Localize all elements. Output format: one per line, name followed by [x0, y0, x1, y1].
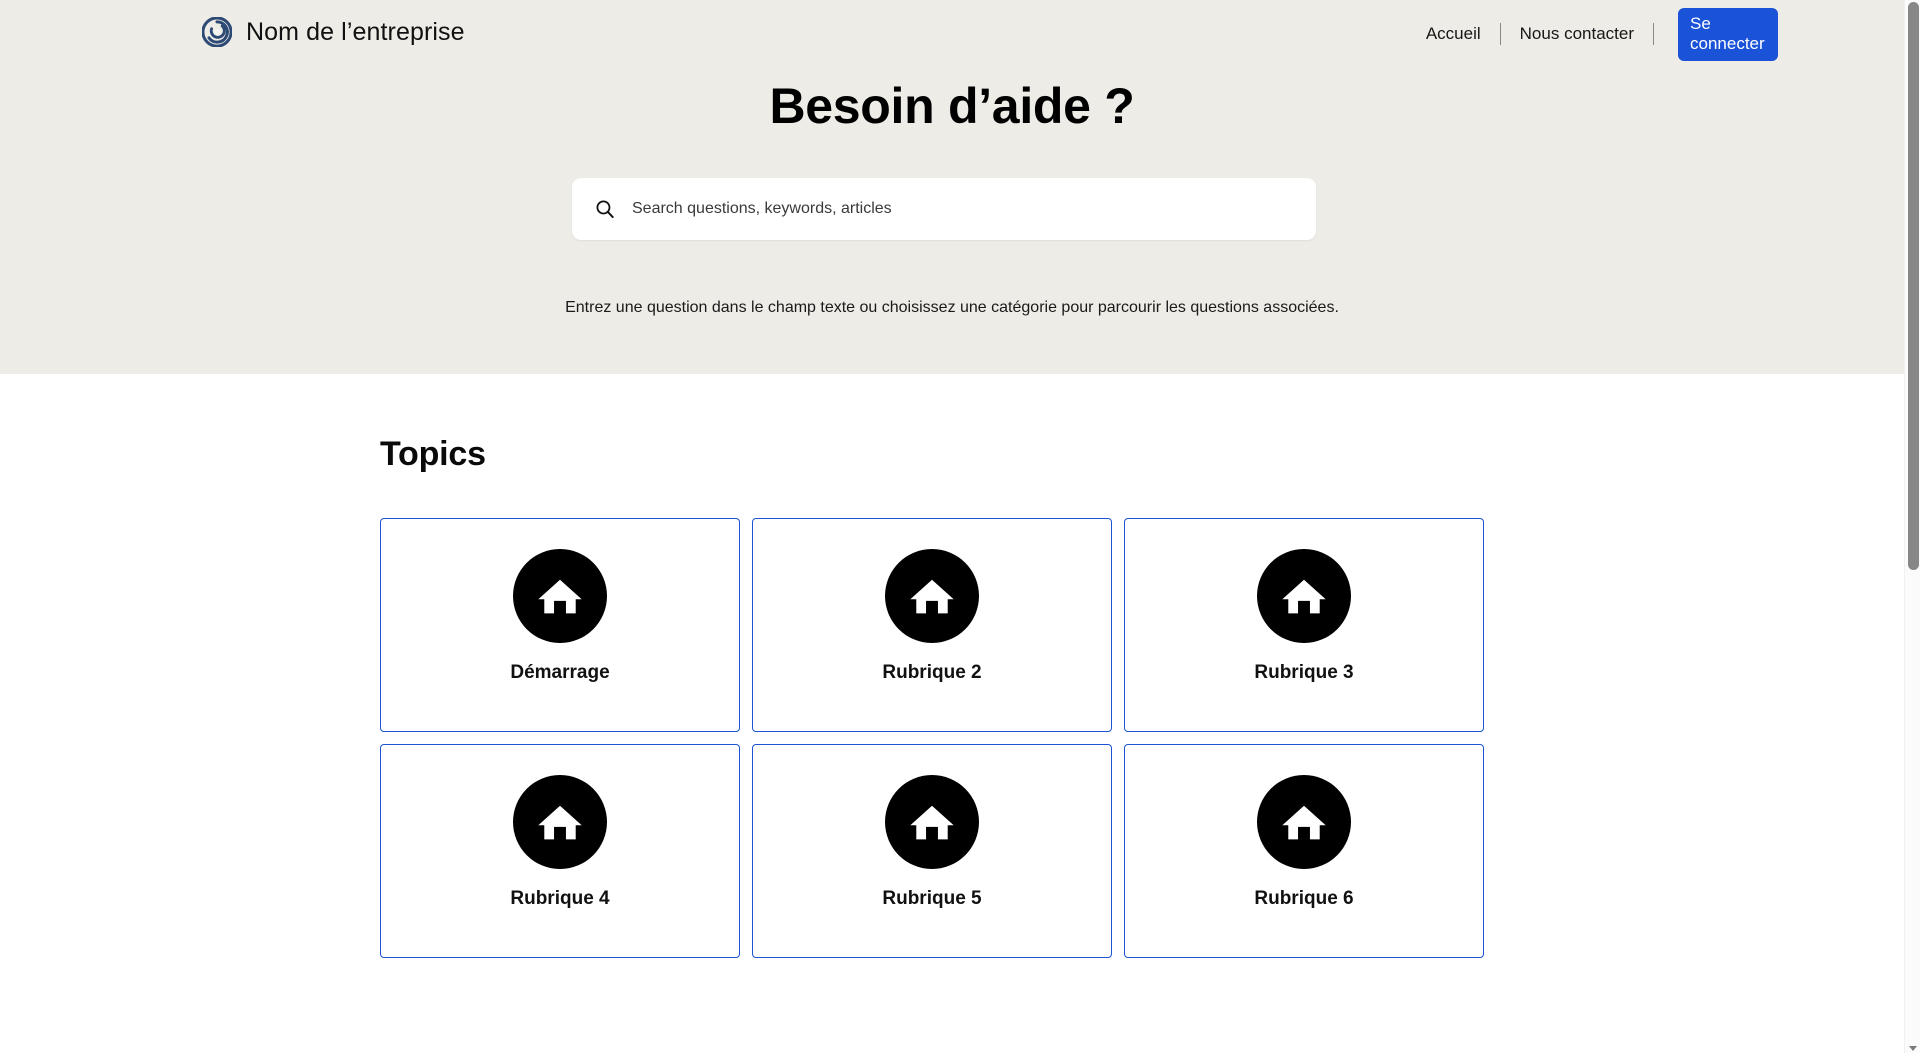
page-root: Nom de l’entreprise Accueil Nous contact…: [0, 0, 1920, 1053]
spiral-logo-icon: [201, 16, 233, 48]
page-viewport: Nom de l’entreprise Accueil Nous contact…: [0, 0, 1904, 1053]
primary-nav: Accueil Nous contacter Se connecter: [1424, 7, 1778, 61]
topic-label: Démarrage: [510, 662, 610, 683]
nav-item-accueil[interactable]: Accueil: [1424, 24, 1483, 44]
search-input[interactable]: [632, 195, 1294, 223]
search-box[interactable]: [572, 178, 1316, 240]
sign-in-button[interactable]: Se connecter: [1678, 7, 1778, 61]
topic-label: Rubrique 5: [882, 888, 982, 909]
topic-card-rubrique-5[interactable]: Rubrique 5: [752, 744, 1112, 958]
page-title: Besoin d’aide ?: [769, 78, 1135, 134]
vertical-scrollbar[interactable]: [1904, 0, 1920, 1053]
home-icon: [885, 775, 979, 869]
nav-divider: [1653, 23, 1654, 45]
topic-label: Rubrique 4: [510, 888, 610, 909]
nav-item-nous-contacter[interactable]: Nous contacter: [1518, 24, 1636, 44]
topic-card-rubrique-2[interactable]: Rubrique 2: [752, 518, 1112, 732]
topic-card-rubrique-4[interactable]: Rubrique 4: [380, 744, 740, 958]
topic-label: Rubrique 6: [1254, 888, 1354, 909]
topics-grid: Démarrage Rubrique 2 Rubrique 3 Rubrique…: [380, 518, 1484, 958]
brand-name: Nom de l’entreprise: [246, 18, 465, 46]
home-icon: [513, 549, 607, 643]
search-icon: [594, 198, 616, 220]
hero-section: Nom de l’entreprise Accueil Nous contact…: [0, 0, 1904, 374]
brand-logo-link[interactable]: Nom de l’entreprise: [201, 16, 465, 48]
chevron-down-icon[interactable]: [1908, 1040, 1918, 1051]
topics-section: Topics Démarrage Rubrique 2 Rubrique 3 R…: [380, 434, 1484, 958]
topic-label: Rubrique 3: [1254, 662, 1354, 683]
topic-card-demarrage[interactable]: Démarrage: [380, 518, 740, 732]
topics-heading: Topics: [380, 435, 486, 473]
home-icon: [513, 775, 607, 869]
hero-subtitle: Entrez une question dans le champ texte …: [565, 299, 1339, 316]
nav-divider: [1499, 23, 1501, 45]
topic-card-rubrique-6[interactable]: Rubrique 6: [1124, 744, 1484, 958]
site-header: Nom de l’entreprise Accueil Nous contact…: [0, 0, 1904, 68]
topic-label: Rubrique 2: [882, 662, 982, 683]
scrollbar-thumb[interactable]: [1908, 2, 1919, 570]
home-icon: [1257, 549, 1351, 643]
home-icon: [885, 549, 979, 643]
topic-card-rubrique-3[interactable]: Rubrique 3: [1124, 518, 1484, 732]
home-icon: [1257, 775, 1351, 869]
